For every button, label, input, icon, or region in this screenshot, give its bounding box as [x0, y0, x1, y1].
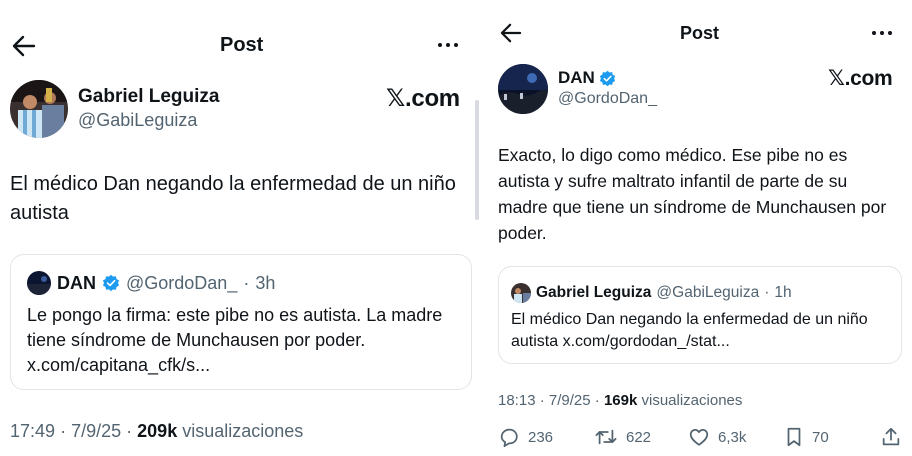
right-post-panel: Post DAN @GordoDan_ 𝕏.com Exacto, lo dig… — [484, 0, 912, 456]
quoted-time: 3h — [255, 272, 276, 293]
author-handle[interactable]: @GabiLeguiza — [78, 110, 197, 131]
views-label: visualizaciones — [641, 392, 743, 409]
avatar[interactable] — [10, 80, 68, 138]
verified-icon — [102, 274, 120, 292]
back-button[interactable] — [10, 34, 38, 58]
views-count: 209k — [137, 421, 178, 441]
reply-icon — [500, 428, 518, 448]
repost-button[interactable]: 622 — [594, 426, 651, 448]
share-icon — [882, 427, 900, 446]
quoted-tweet-card[interactable]: Gabriel Leguiza @GabiLeguiza · 1h El médic… — [498, 266, 902, 364]
more-icon — [438, 43, 442, 47]
tweet-text: El médico Dan negando la enfermedad de u… — [10, 173, 456, 224]
tweet-text: Exacto, lo digo como médico. Ese pibe no… — [498, 145, 887, 243]
back-button[interactable] — [498, 22, 524, 44]
reply-count: 236 — [528, 428, 554, 446]
scrollbar[interactable] — [475, 100, 479, 220]
avatar — [27, 271, 51, 295]
more-options-button[interactable] — [438, 43, 458, 47]
quoted-author-handle: @GabiLeguiza — [656, 284, 760, 301]
quoted-author-handle: @GordoDan_ — [126, 272, 238, 293]
quoted-tweet-text: Le pongo la firma: este pibe no es autis… — [27, 305, 443, 375]
quoted-tweet-header: DAN @GordoDan_ · 3h — [27, 271, 275, 295]
action-bar: 236 622 6,3k 70 — [498, 424, 902, 452]
back-arrow-icon — [12, 35, 36, 57]
bookmark-button[interactable]: 70 — [784, 426, 829, 448]
quoted-author-name: DAN — [57, 272, 96, 293]
author-name[interactable]: DAN — [558, 68, 595, 88]
views-count: 169k — [603, 392, 638, 409]
x-brand-logo: 𝕏.com — [828, 67, 893, 90]
quoted-tweet-card[interactable]: DAN @GordoDan_ · 3h Le pongo la firma: est… — [10, 254, 472, 390]
reply-button[interactable]: 236 — [498, 426, 553, 448]
avatar[interactable] — [498, 64, 548, 114]
dot-separator: · — [764, 284, 770, 301]
left-post-panel: Post Gabriel Leguiza @GabiLeguiza 𝕏.com … — [0, 0, 484, 456]
bookmark-icon — [787, 427, 801, 447]
dot-separator: · — [60, 421, 67, 441]
post-time: 18:13 — [498, 392, 536, 409]
more-icon — [872, 31, 876, 35]
post-date: 7/9/25 — [548, 392, 591, 409]
verified-icon — [599, 70, 615, 86]
share-button[interactable] — [880, 426, 902, 448]
repost-icon — [595, 429, 617, 445]
quoted-author-name: Gabriel Leguiza — [536, 284, 652, 301]
like-icon — [689, 428, 709, 446]
quoted-tweet-text: El médico Dan negando la enfermedad de u… — [511, 311, 868, 350]
dot-separator: · — [243, 272, 250, 293]
dot-separator: · — [539, 392, 545, 409]
views-label: visualizaciones — [182, 421, 304, 441]
topbar-title: Post — [220, 34, 264, 56]
dot-separator: · — [594, 392, 600, 409]
post-meta: 18:13 · 7/9/25 · 169k visualizaciones — [498, 392, 742, 409]
quoted-time: 1h — [774, 284, 792, 301]
post-time: 17:49 — [10, 421, 56, 441]
author-handle[interactable]: @GordoDan_ — [558, 90, 657, 108]
author-name[interactable]: Gabriel Leguiza — [78, 86, 219, 108]
repost-count: 622 — [626, 428, 652, 446]
like-button[interactable]: 6,3k — [688, 426, 746, 448]
back-arrow-icon — [500, 23, 522, 43]
dot-separator: · — [126, 421, 133, 441]
more-options-button[interactable] — [872, 31, 892, 35]
bookmark-count: 70 — [812, 428, 829, 446]
x-brand-logo: 𝕏.com — [386, 85, 460, 112]
post-meta: 17:49 · 7/9/25 · 209k visualizaciones — [10, 421, 303, 442]
avatar — [511, 283, 531, 303]
quoted-tweet-header: Gabriel Leguiza @GabiLeguiza · 1h — [511, 283, 792, 303]
like-count: 6,3k — [718, 428, 747, 446]
post-date: 7/9/25 — [71, 421, 122, 441]
author-name-row[interactable]: DAN — [558, 68, 616, 88]
topbar-title: Post — [680, 23, 720, 43]
